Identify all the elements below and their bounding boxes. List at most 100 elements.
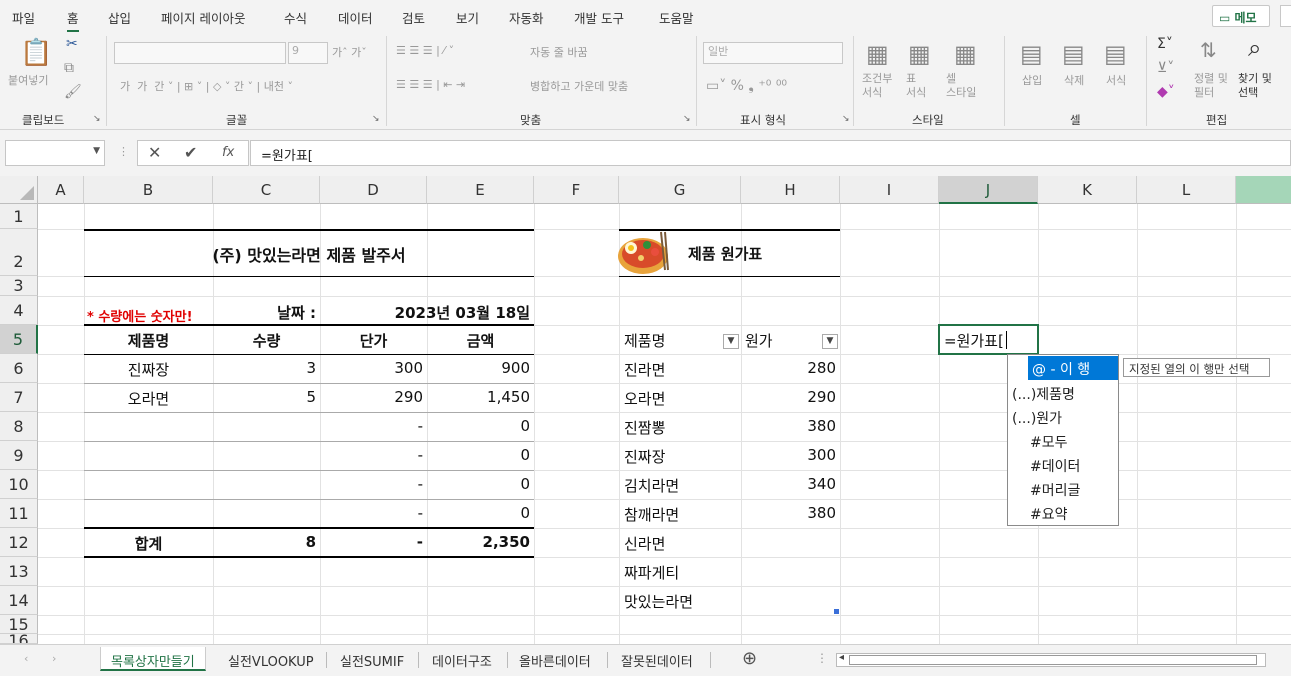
font-name-dropdown[interactable]	[114, 42, 286, 64]
row-header-3[interactable]: 3	[0, 276, 38, 296]
conditional-format-icon[interactable]: ▦	[866, 40, 889, 68]
order-amount[interactable]: 900	[427, 359, 530, 377]
font-launcher-icon[interactable]: ↘	[372, 114, 380, 124]
menu-automate[interactable]: 자동화	[509, 8, 544, 27]
table-format-icon[interactable]: ▦	[908, 40, 931, 68]
cell-style-button[interactable]: 셀 스타일	[946, 72, 976, 100]
column-header-h[interactable]: H	[741, 176, 840, 204]
row-header-10[interactable]: 10	[0, 470, 38, 499]
column-header-j[interactable]: J	[939, 176, 1038, 204]
menu-view[interactable]: 보기	[456, 8, 479, 27]
order-amount[interactable]: 1,450	[427, 388, 530, 406]
order-amount[interactable]: 0	[427, 417, 530, 435]
menu-developer[interactable]: 개발 도구	[574, 8, 624, 27]
autocomplete-item-cost[interactable]: (...)원가	[1008, 405, 1118, 429]
scroll-right-icon[interactable]: ›	[52, 652, 56, 665]
drag-handle-icon[interactable]: ⋮	[118, 145, 129, 158]
cost-value[interactable]: 380	[741, 504, 836, 522]
order-quantity[interactable]: 3	[213, 359, 316, 377]
number-format-dropdown[interactable]: 일반	[703, 42, 843, 64]
row-header-13[interactable]: 13	[0, 557, 38, 586]
scrollbar-thumb[interactable]	[849, 655, 1257, 665]
enter-icon[interactable]: ✔	[184, 143, 197, 162]
paste-label[interactable]: 붙여넣기	[8, 72, 48, 88]
select-all-button[interactable]	[0, 176, 38, 204]
scroll-left-icon[interactable]: ‹	[24, 652, 28, 665]
paste-icon[interactable]: 📋	[20, 38, 52, 68]
order-price[interactable]: -	[320, 417, 423, 435]
font-grow-icon[interactable]: 가ˆ 가ˇ	[332, 44, 367, 60]
cost-product[interactable]: 짜파게티	[624, 562, 679, 583]
number-launcher-icon[interactable]: ↘	[842, 114, 850, 124]
copy-icon[interactable]: ⧉	[64, 60, 74, 76]
cost-product[interactable]: 참깨라면	[624, 504, 679, 525]
order-price[interactable]: -	[320, 446, 423, 464]
column-header-c[interactable]: C	[213, 176, 320, 204]
cut-icon[interactable]: ✂	[66, 36, 78, 52]
cost-product[interactable]: 신라면	[624, 533, 665, 554]
conditional-format-button[interactable]: 조건부 서식	[862, 72, 892, 100]
insert-button[interactable]: 삽입	[1022, 72, 1042, 88]
autocomplete-item-product[interactable]: (...)제품명	[1008, 381, 1118, 405]
cancel-icon[interactable]: ✕	[148, 143, 161, 162]
currency-icon[interactable]: ▭˅ % ❟ ⁺⁰ ⁰⁰	[706, 78, 787, 94]
order-quantity[interactable]: 5	[213, 388, 316, 406]
row-header-15[interactable]: 15	[0, 615, 38, 634]
order-amount[interactable]: 0	[427, 504, 530, 522]
cost-product[interactable]: 진짬뽕	[624, 417, 665, 438]
menu-insert[interactable]: 삽입	[108, 8, 131, 27]
name-box[interactable]: ▼	[5, 140, 105, 166]
cost-product[interactable]: 진짜장	[624, 446, 665, 467]
share-button[interactable]	[1280, 5, 1291, 27]
chevron-down-icon[interactable]: ▼	[93, 146, 100, 156]
sheet-tab-1[interactable]: 목록상자만들기	[100, 647, 206, 671]
table-format-button[interactable]: 표 서식	[906, 72, 926, 100]
menu-formulas[interactable]: 수식	[284, 8, 307, 27]
insert-function-icon[interactable]: fx	[222, 145, 234, 160]
column-header-l[interactable]: L	[1137, 176, 1236, 204]
sheet-tab-3[interactable]: 실전SUMIF	[330, 647, 414, 671]
delete-button[interactable]: 삭제	[1064, 72, 1084, 88]
cost-product[interactable]: 맛있는라면	[624, 591, 693, 612]
row-header-14[interactable]: 14	[0, 586, 38, 615]
row-header-9[interactable]: 9	[0, 441, 38, 470]
menu-data[interactable]: 데이터	[338, 8, 373, 27]
format-button[interactable]: 서식	[1106, 72, 1126, 88]
column-header-m[interactable]	[1236, 176, 1291, 204]
column-header-b[interactable]: B	[84, 176, 213, 204]
menu-help[interactable]: 도움말	[659, 8, 694, 27]
table-resize-handle[interactable]	[834, 609, 839, 614]
insert-cells-icon[interactable]: ▤	[1020, 40, 1043, 68]
align-left-icon[interactable]: ☰ ☰ ☰ | ⇤ ⇥	[396, 78, 465, 91]
menu-file[interactable]: 파일	[12, 8, 35, 27]
sort-filter-icon[interactable]: ⇅	[1200, 38, 1217, 62]
order-price[interactable]: -	[320, 475, 423, 493]
column-header-f[interactable]: F	[534, 176, 619, 204]
row-header-4[interactable]: 4	[0, 296, 38, 325]
font-size-dropdown[interactable]: 9	[288, 42, 328, 64]
row-header-16[interactable]: 16	[0, 634, 38, 644]
row-header-2[interactable]: 2	[0, 229, 38, 276]
cost-value[interactable]: 340	[741, 475, 836, 493]
cost-value[interactable]: 290	[741, 388, 836, 406]
format-painter-icon[interactable]: 🖌	[64, 84, 82, 100]
cost-product[interactable]: 진라면	[624, 359, 665, 380]
sort-filter-button[interactable]: 정렬 및 필터	[1194, 72, 1228, 100]
column-header-d[interactable]: D	[320, 176, 427, 204]
order-product[interactable]: 오라면	[84, 388, 213, 409]
menu-review[interactable]: 검토	[402, 8, 425, 27]
order-amount[interactable]: 0	[427, 446, 530, 464]
row-header-1[interactable]: 1	[0, 204, 38, 229]
wrap-text-button[interactable]: 자동 줄 바꿈	[530, 44, 588, 60]
clear-icon[interactable]: ◆˅	[1157, 84, 1175, 100]
order-price[interactable]: -	[320, 504, 423, 522]
order-price[interactable]: 300	[320, 359, 423, 377]
cost-value[interactable]: 300	[741, 446, 836, 464]
filter-cost-button[interactable]: ▼	[822, 334, 838, 349]
row-header-5[interactable]: 5	[0, 325, 38, 354]
row-header-12[interactable]: 12	[0, 528, 38, 557]
scroll-left-arrow-icon[interactable]: ◂	[839, 652, 844, 663]
column-header-g[interactable]: G	[619, 176, 741, 204]
cost-value[interactable]: 380	[741, 417, 836, 435]
order-price[interactable]: 290	[320, 388, 423, 406]
